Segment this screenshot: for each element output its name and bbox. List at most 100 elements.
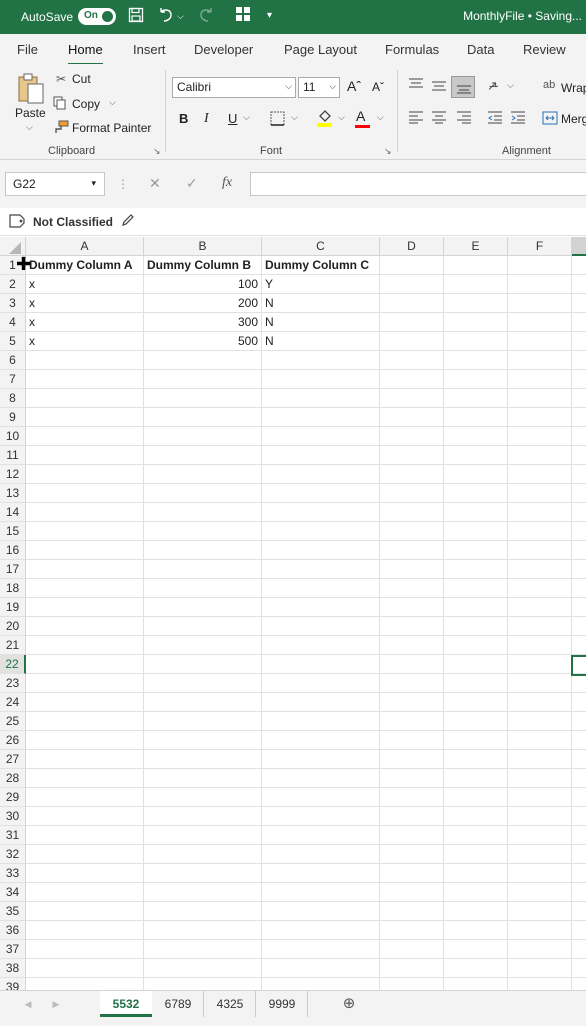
data-cell[interactable]: 200 xyxy=(144,294,261,313)
row-header-25[interactable]: 25 xyxy=(0,712,26,731)
row-header-31[interactable]: 31 xyxy=(0,826,26,845)
row-header-27[interactable]: 27 xyxy=(0,750,26,769)
customize-quick-access-icon[interactable]: ▾ xyxy=(267,10,272,21)
header-cell[interactable]: Dummy Column C xyxy=(262,256,379,275)
grid-apps-icon[interactable] xyxy=(236,7,251,26)
row-header-24[interactable]: 24 xyxy=(0,693,26,712)
bold-button[interactable]: B xyxy=(179,111,188,126)
column-header-a[interactable]: A xyxy=(26,237,144,256)
wrap-text-button[interactable]: Wrap xyxy=(561,81,586,95)
format-painter-button[interactable]: Format Painter xyxy=(72,121,151,135)
row-header-2[interactable]: 2 xyxy=(0,275,26,294)
sheet-tab-5532[interactable]: 5532 xyxy=(100,991,152,1017)
align-top-icon[interactable] xyxy=(408,78,424,93)
row-header-12[interactable]: 12 xyxy=(0,465,26,484)
align-middle-icon[interactable] xyxy=(431,79,447,94)
tab-developer[interactable]: Developer xyxy=(194,42,253,57)
row-header-30[interactable]: 30 xyxy=(0,807,26,826)
add-sheet-icon[interactable]: ⊕ xyxy=(339,991,359,1017)
font-name-dropdown[interactable]: Calibri ⌵ xyxy=(172,77,296,98)
sheet-tab-6789[interactable]: 6789 xyxy=(153,991,204,1017)
orientation-icon[interactable]: ↗̶ xyxy=(487,78,498,94)
merge-center-button[interactable]: Merg xyxy=(561,112,586,126)
align-left-icon[interactable] xyxy=(408,111,424,127)
paste-dropdown-icon[interactable]: ⌵ xyxy=(26,122,33,133)
column-header-g[interactable] xyxy=(572,237,586,256)
paste-button[interactable]: Paste xyxy=(15,106,46,120)
row-header-28[interactable]: 28 xyxy=(0,769,26,788)
column-header-b[interactable]: B xyxy=(144,237,262,256)
data-cell[interactable]: x xyxy=(26,275,143,294)
tab-insert[interactable]: Insert xyxy=(133,42,166,57)
formula-input[interactable] xyxy=(250,172,586,196)
header-cell[interactable]: Dummy Column B xyxy=(144,256,261,275)
tab-data[interactable]: Data xyxy=(467,42,494,57)
selected-cell-g22[interactable] xyxy=(571,655,586,676)
row-header-13[interactable]: 13 xyxy=(0,484,26,503)
row-header-5[interactable]: 5 xyxy=(0,332,26,351)
autosave-toggle[interactable]: On xyxy=(78,8,116,25)
row-header-33[interactable]: 33 xyxy=(0,864,26,883)
row-header-4[interactable]: 4 xyxy=(0,313,26,332)
name-box[interactable]: G22 ▾ xyxy=(5,172,105,196)
align-center-icon[interactable] xyxy=(431,111,447,127)
undo-icon[interactable] xyxy=(157,7,175,27)
redo-icon[interactable] xyxy=(197,7,215,27)
row-header-32[interactable]: 32 xyxy=(0,845,26,864)
shrink-font-button[interactable]: Aˇ xyxy=(372,80,384,94)
copy-button[interactable]: Copy xyxy=(72,97,100,111)
column-header-f[interactable]: F xyxy=(508,237,572,256)
copy-icon[interactable] xyxy=(53,96,67,113)
row-header-20[interactable]: 20 xyxy=(0,617,26,636)
edit-pencil-icon[interactable] xyxy=(121,214,134,230)
row-header-8[interactable]: 8 xyxy=(0,389,26,408)
cut-icon[interactable]: ✂ xyxy=(56,72,66,86)
scroll-left-icon[interactable]: ◀ xyxy=(20,991,36,1017)
data-cell[interactable]: N xyxy=(262,294,379,313)
align-bottom-button[interactable] xyxy=(451,76,475,98)
borders-dropdown-icon[interactable]: ⌵ xyxy=(291,112,298,123)
grow-font-button[interactable]: Aˆ xyxy=(347,78,361,94)
row-header-15[interactable]: 15 xyxy=(0,522,26,541)
row-header-6[interactable]: 6 xyxy=(0,351,26,370)
data-cell[interactable]: 300 xyxy=(144,313,261,332)
row-header-17[interactable]: 17 xyxy=(0,560,26,579)
tab-home[interactable]: Home xyxy=(68,42,103,66)
fill-color-dropdown-icon[interactable]: ⌵ xyxy=(338,112,345,123)
row-header-26[interactable]: 26 xyxy=(0,731,26,750)
insert-function-button[interactable]: fx xyxy=(222,175,232,191)
italic-button[interactable]: I xyxy=(204,111,209,127)
cut-button[interactable]: Cut xyxy=(72,72,91,86)
row-header-22[interactable]: 22 xyxy=(0,655,26,674)
cancel-entry-icon[interactable]: ✕ xyxy=(149,175,161,192)
row-header-18[interactable]: 18 xyxy=(0,579,26,598)
underline-dropdown-icon[interactable]: ⌵ xyxy=(243,112,250,123)
row-header-10[interactable]: 10 xyxy=(0,427,26,446)
clipboard-launcher-icon[interactable]: ↘ xyxy=(153,146,161,157)
scroll-right-icon[interactable]: ▶ xyxy=(48,991,64,1017)
row-header-11[interactable]: 11 xyxy=(0,446,26,465)
header-cell[interactable]: Dummy Column A xyxy=(26,256,143,275)
sheet-tab-9999[interactable]: 9999 xyxy=(257,991,308,1017)
undo-dropdown-icon[interactable]: ⌵ xyxy=(177,11,184,22)
data-cell[interactable]: x xyxy=(26,313,143,332)
borders-icon[interactable] xyxy=(270,111,285,129)
tab-page-layout[interactable]: Page Layout xyxy=(284,42,357,57)
tab-review[interactable]: Review xyxy=(523,42,566,57)
decrease-indent-icon[interactable] xyxy=(487,111,503,127)
row-header-7[interactable]: 7 xyxy=(0,370,26,389)
row-header-16[interactable]: 16 xyxy=(0,541,26,560)
row-header-29[interactable]: 29 xyxy=(0,788,26,807)
copy-dropdown-icon[interactable]: ⌵ xyxy=(109,97,116,108)
row-header-39[interactable]: 39 xyxy=(0,978,26,990)
row-header-38[interactable]: 38 xyxy=(0,959,26,978)
format-painter-icon[interactable] xyxy=(53,120,69,137)
font-launcher-icon[interactable]: ↘ xyxy=(384,146,392,157)
row-header-23[interactable]: 23 xyxy=(0,674,26,693)
orientation-dropdown-icon[interactable]: ⌵ xyxy=(507,80,514,91)
data-cell[interactable]: N xyxy=(262,332,379,351)
row-header-36[interactable]: 36 xyxy=(0,921,26,940)
align-right-icon[interactable] xyxy=(456,111,472,127)
save-icon[interactable] xyxy=(128,7,144,27)
merge-center-icon[interactable] xyxy=(542,111,558,128)
